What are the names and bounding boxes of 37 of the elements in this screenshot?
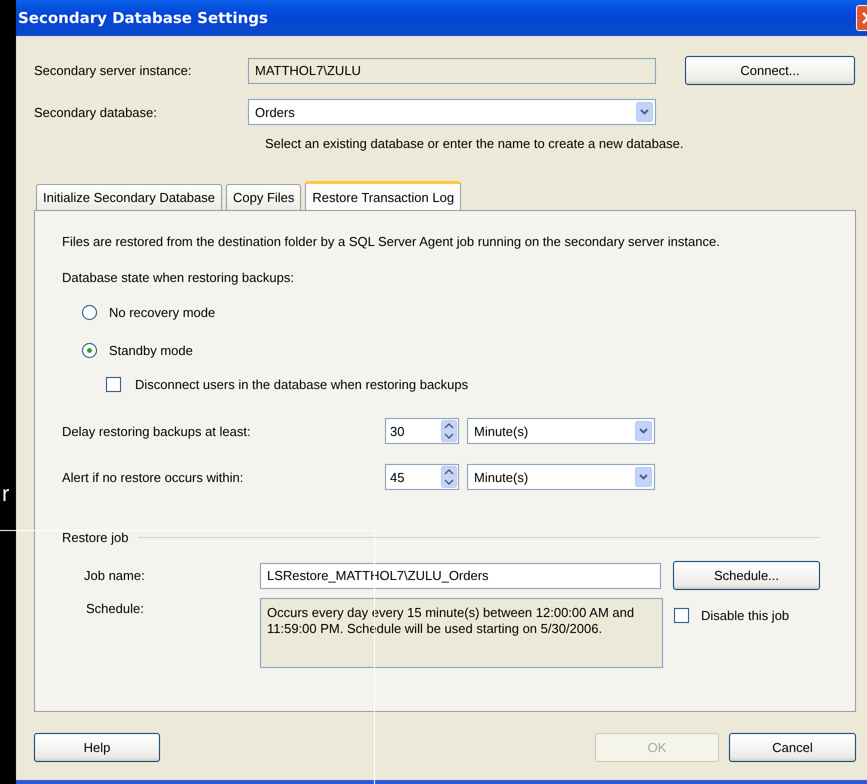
field-label: Delay restoring backups at least: [62,424,252,438]
tab[interactable]: Restore Transaction Log [305,181,462,211]
checkbox-label: Disable this job [701,608,790,623]
dialog-button[interactable]: Help [34,733,160,762]
checkbox[interactable] [106,377,121,392]
database-combo[interactable]: Orders [248,99,656,125]
hint-text: Select an existing database or enter the name to create a new database. [265,136,684,151]
radio-button[interactable] [82,343,97,358]
field-label: Schedule: [85,601,145,616]
radio-label: Standby mode [109,343,193,358]
connect-button[interactable]: Connect... [685,56,855,85]
number-spinner[interactable]: 45 [385,464,459,490]
field-label: Job name: [83,568,146,583]
overlay-text: r [2,482,10,506]
tab[interactable]: Initialize Secondary Database [36,184,222,210]
dialog-button[interactable]: Cancel [729,733,856,762]
window-title: Secondary Database Settings [18,9,269,27]
schedule-button[interactable]: Schedule... [673,561,820,590]
unit-combo[interactable]: Minute(s) [467,418,655,444]
checkbox[interactable] [674,608,689,623]
description-text: Files are restored from the destination folder by a SQL Server Agent job running on the secondary server instance. [62,233,721,250]
job-name-field[interactable]: LSRestore_MATTHOL7\ZULU_Orders [260,562,661,588]
section-label: Database state when restoring backups: [62,269,295,286]
tab[interactable]: Copy Files [226,184,302,210]
group-title: Restore job [62,530,128,545]
spinner-arrows-icon [441,466,457,488]
field-label: Alert if no restore occurs within: [62,470,244,484]
spinner-arrows-icon [441,420,457,442]
server-instance-field[interactable]: MATTHOL7\ZULU [248,58,656,84]
schedule-description: Occurs every day every 15 minute(s) between 12:00:00 AM and 11:59:00 PM. Schedule will be used starting on 5/30/2006. [260,598,663,668]
checkbox-label: Disconnect users in the database when restoring backups [135,377,468,392]
radio-label: No recovery mode [109,305,216,320]
number-spinner[interactable]: 30 [385,418,459,444]
field-label: Secondary database: [34,104,158,120]
radio-button[interactable] [82,305,97,320]
field-label: Secondary server instance: [34,63,193,78]
unit-combo[interactable]: Minute(s) [467,464,655,490]
